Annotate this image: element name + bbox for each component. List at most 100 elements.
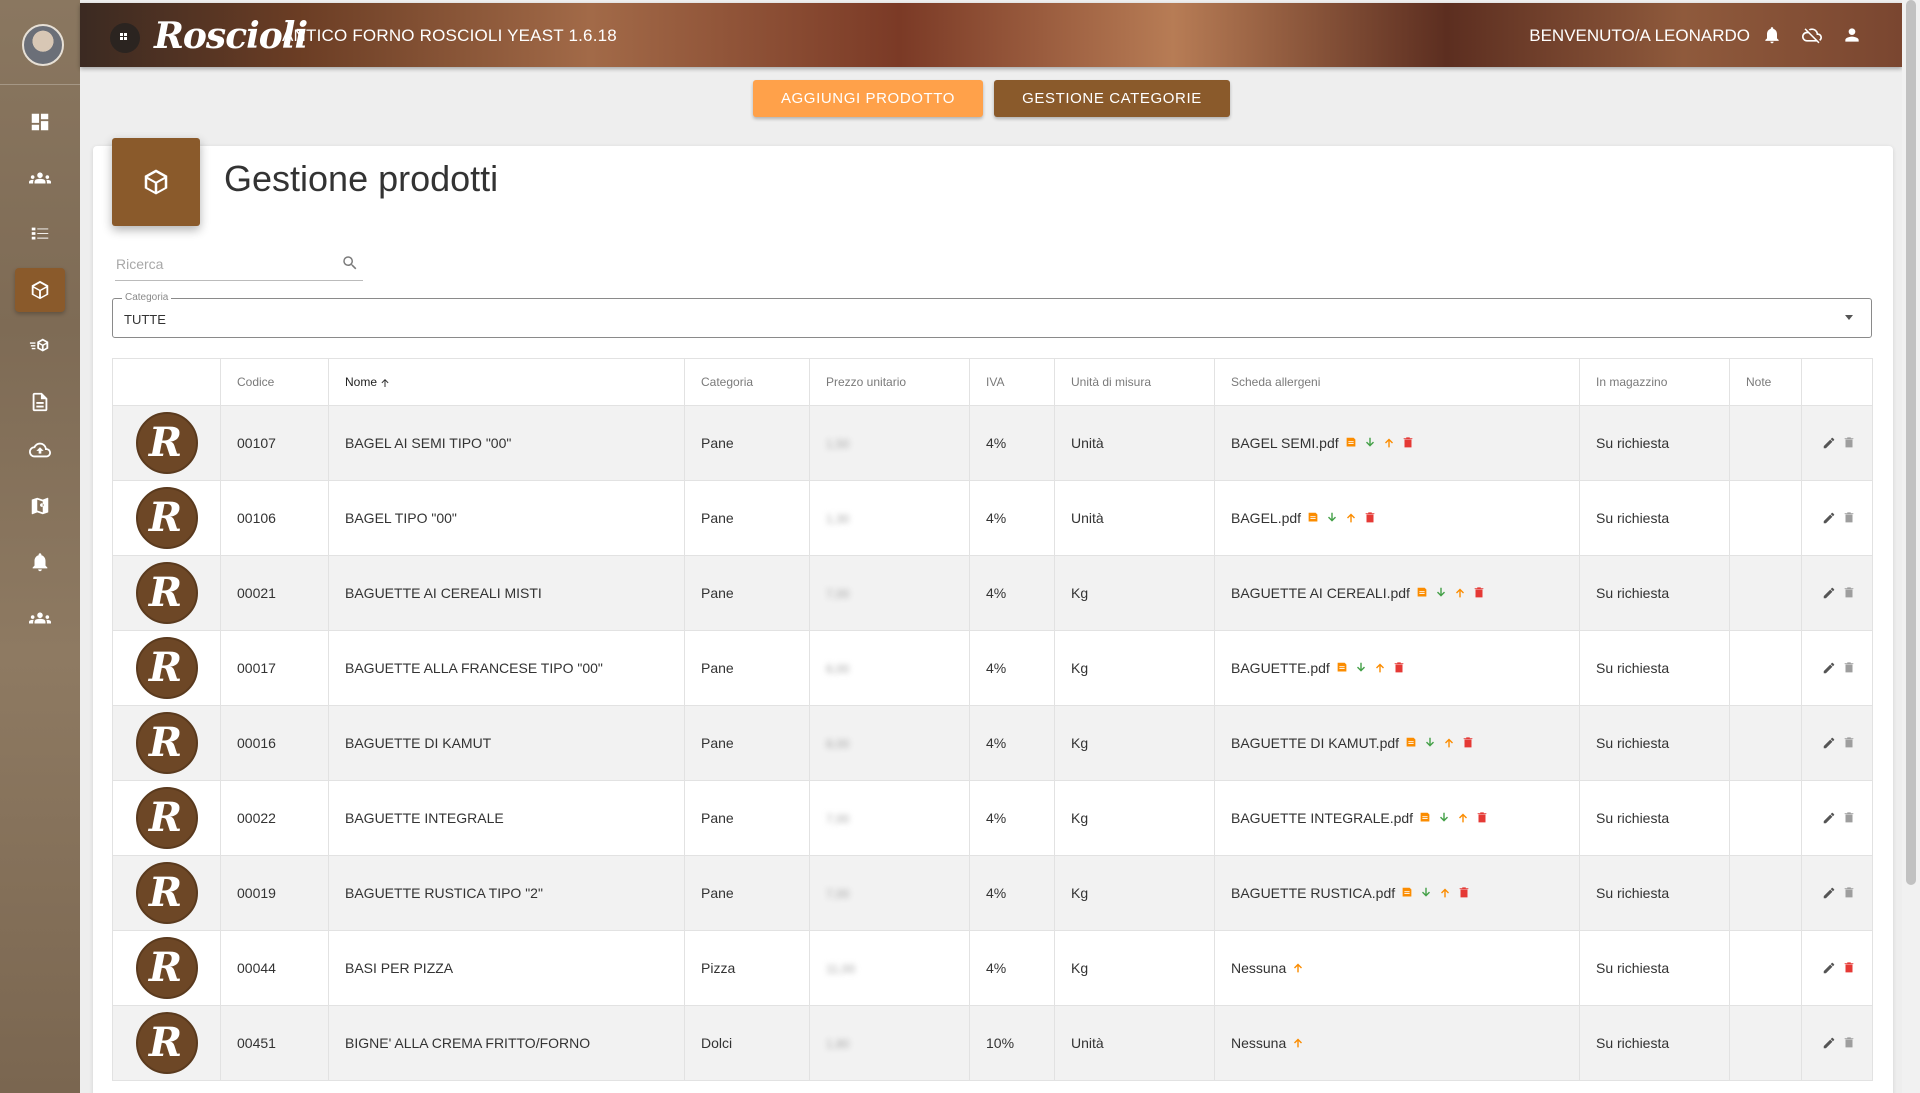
category-select[interactable]: Categoria TUTTE <box>112 292 1872 338</box>
delete-file-icon[interactable] <box>1401 436 1415 450</box>
allergen-file-name[interactable]: BAGUETTE INTEGRALE.pdf <box>1231 810 1413 826</box>
edit-icon[interactable] <box>1822 436 1836 450</box>
sidebar-item-clients[interactable] <box>15 156 65 200</box>
allergen-file-name[interactable]: BAGEL.pdf <box>1231 510 1301 526</box>
connection-status-button[interactable] <box>1800 23 1824 47</box>
delete-file-icon[interactable] <box>1363 511 1377 525</box>
name-cell: BAGEL AI SEMI TIPO "00" <box>328 405 685 481</box>
stock-cell: Su richiesta <box>1579 780 1730 856</box>
view-file-icon[interactable] <box>1335 661 1349 675</box>
upload-icon[interactable] <box>1344 511 1358 525</box>
menu-toggle-button[interactable] <box>110 23 140 53</box>
view-file-icon[interactable] <box>1415 586 1429 600</box>
edit-icon[interactable] <box>1822 586 1836 600</box>
delete-icon[interactable] <box>1842 961 1856 975</box>
manage-categories-button[interactable]: GESTIONE CATEGORIE <box>994 80 1230 117</box>
sidebar-item-locations[interactable] <box>15 484 65 528</box>
edit-icon[interactable] <box>1822 886 1836 900</box>
download-icon[interactable] <box>1363 436 1377 450</box>
bell-icon <box>1765 27 1779 44</box>
code-cell: 00044 <box>220 930 329 1006</box>
sidebar-item-users[interactable] <box>15 596 65 640</box>
allergen-file-name[interactable]: BAGUETTE AI CEREALI.pdf <box>1231 585 1410 601</box>
download-icon[interactable] <box>1423 736 1437 750</box>
upload-icon[interactable] <box>1291 1036 1305 1050</box>
person-icon <box>1845 28 1859 42</box>
avatar[interactable] <box>22 24 64 66</box>
delete-icon[interactable] <box>1842 436 1856 450</box>
upload-icon[interactable] <box>1456 811 1470 825</box>
delete-file-icon[interactable] <box>1475 811 1489 825</box>
download-icon[interactable] <box>1419 886 1433 900</box>
view-file-icon[interactable] <box>1306 511 1320 525</box>
page-scrollbar[interactable] <box>1902 0 1920 1093</box>
col-unit-price[interactable]: Prezzo unitario <box>809 358 970 406</box>
sidebar-item-upload[interactable] <box>15 428 65 472</box>
delete-icon[interactable] <box>1842 736 1856 750</box>
delete-icon[interactable] <box>1842 511 1856 525</box>
delete-icon[interactable] <box>1842 1036 1856 1050</box>
search-icon[interactable] <box>341 254 359 272</box>
delete-file-icon[interactable] <box>1461 736 1475 750</box>
col-unit-measure[interactable]: Unità di misura <box>1054 358 1215 406</box>
allergen-file-name[interactable]: BAGUETTE RUSTICA.pdf <box>1231 885 1395 901</box>
upload-icon[interactable] <box>1382 436 1396 450</box>
download-icon[interactable] <box>1437 811 1451 825</box>
col-vat[interactable]: IVA <box>969 358 1055 406</box>
delete-file-icon[interactable] <box>1457 886 1471 900</box>
col-in-stock[interactable]: In magazzino <box>1579 358 1730 406</box>
add-product-button[interactable]: AGGIUNGI PRODOTTO <box>753 80 983 117</box>
edit-icon[interactable] <box>1822 736 1836 750</box>
upload-icon[interactable] <box>1291 961 1305 975</box>
category-cell: Pane <box>684 855 810 931</box>
user-menu-button[interactable] <box>1840 23 1864 47</box>
scrollbar-thumb[interactable] <box>1906 0 1916 885</box>
upload-icon[interactable] <box>1442 736 1456 750</box>
category-label: Categoria <box>122 292 172 303</box>
col-code[interactable]: Codice <box>220 358 329 406</box>
view-file-icon[interactable] <box>1400 886 1414 900</box>
delete-icon[interactable] <box>1842 886 1856 900</box>
allergen-file-name[interactable]: BAGUETTE.pdf <box>1231 660 1330 676</box>
view-file-icon[interactable] <box>1344 436 1358 450</box>
edit-icon[interactable] <box>1822 661 1836 675</box>
download-icon[interactable] <box>1354 661 1368 675</box>
vat-cell: 4% <box>969 855 1055 931</box>
edit-icon[interactable] <box>1822 811 1836 825</box>
allergen-file-name[interactable]: BAGUETTE DI KAMUT.pdf <box>1231 735 1399 751</box>
notifications-button[interactable] <box>1760 23 1784 47</box>
col-name[interactable]: Nome <box>328 358 685 406</box>
edit-icon[interactable] <box>1822 511 1836 525</box>
sidebar-item-dashboard[interactable] <box>15 100 65 144</box>
sidebar-item-notifications[interactable] <box>15 540 65 584</box>
delete-icon[interactable] <box>1842 661 1856 675</box>
search-input[interactable]: Ricerca <box>115 250 363 281</box>
delete-file-icon[interactable] <box>1392 661 1406 675</box>
sidebar-item-documents[interactable] <box>15 380 65 424</box>
col-category[interactable]: Categoria <box>684 358 810 406</box>
notifications-icon <box>32 553 48 572</box>
edit-icon[interactable] <box>1822 961 1836 975</box>
download-icon[interactable] <box>1434 586 1448 600</box>
product-image-cell: R <box>112 480 221 556</box>
col-allergen-sheet[interactable]: Scheda allergeni <box>1214 358 1580 406</box>
table-row: R 00017 BAGUETTE ALLA FRANCESE TIPO "00" Pa… <box>112 630 1873 706</box>
actions-cell <box>1801 1005 1873 1081</box>
col-notes[interactable]: Note <box>1729 358 1802 406</box>
sidebar-item-products[interactable] <box>15 268 65 312</box>
delete-icon[interactable] <box>1842 586 1856 600</box>
delete-icon[interactable] <box>1842 811 1856 825</box>
allergen-cell: BAGUETTE.pdf <box>1214 630 1580 706</box>
notes-cell <box>1729 480 1802 556</box>
view-file-icon[interactable] <box>1404 736 1418 750</box>
upload-icon[interactable] <box>1373 661 1387 675</box>
allergen-file-name[interactable]: BAGEL SEMI.pdf <box>1231 435 1339 451</box>
delete-file-icon[interactable] <box>1472 586 1486 600</box>
download-icon[interactable] <box>1325 511 1339 525</box>
view-file-icon[interactable] <box>1418 811 1432 825</box>
sidebar-item-shipping[interactable] <box>15 324 65 368</box>
upload-icon[interactable] <box>1438 886 1452 900</box>
edit-icon[interactable] <box>1822 1036 1836 1050</box>
sidebar-item-orders[interactable] <box>15 212 65 256</box>
upload-icon[interactable] <box>1453 586 1467 600</box>
